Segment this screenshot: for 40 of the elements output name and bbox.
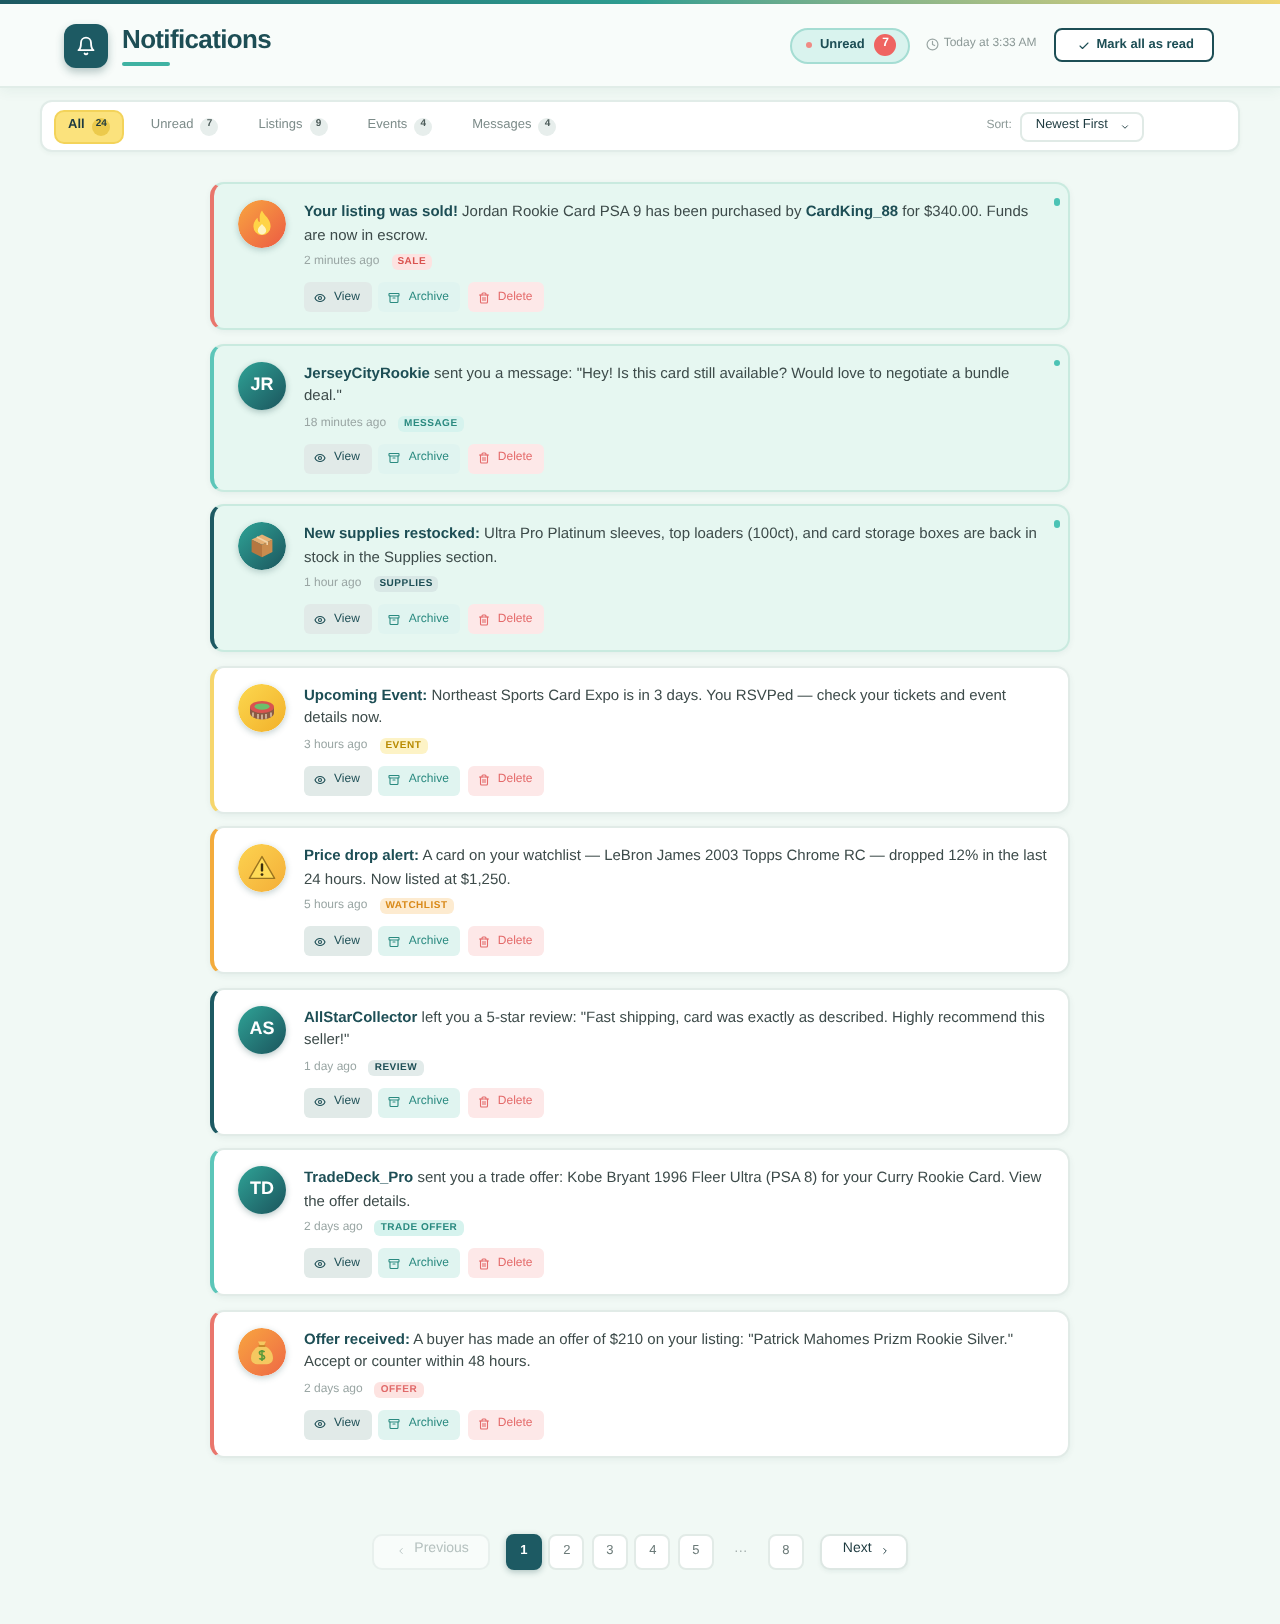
chevron-right-icon <box>879 1546 890 1556</box>
fire-icon <box>238 200 286 248</box>
stadium-icon <box>238 683 286 731</box>
eye-icon <box>314 1096 326 1108</box>
initials-avatar: AS <box>238 1005 286 1053</box>
package-icon <box>238 522 286 570</box>
clock-icon <box>926 38 940 52</box>
archive-box-icon <box>388 774 401 786</box>
trash-icon <box>477 774 490 786</box>
archive-box-icon <box>388 1257 401 1269</box>
check-icon <box>1078 39 1091 51</box>
trash-icon <box>477 1418 490 1430</box>
archive-box-icon <box>388 452 401 464</box>
warning-icon <box>238 844 286 892</box>
chevron-down-icon <box>1120 121 1130 131</box>
trash-icon <box>477 1096 490 1108</box>
title-underline <box>122 62 170 66</box>
archive-box-icon <box>388 935 401 947</box>
initials-avatar: JR <box>238 361 286 409</box>
chevron-left-icon <box>396 1546 407 1556</box>
eye-icon <box>314 774 326 786</box>
trash-icon <box>477 452 490 464</box>
archive-box-icon <box>388 1096 401 1108</box>
eye-icon <box>314 613 326 625</box>
archive-box-icon <box>388 1418 401 1430</box>
page-title: Notifications <box>122 24 271 57</box>
trash-icon <box>477 935 490 947</box>
eye-icon <box>314 1257 326 1269</box>
eye-icon <box>314 452 326 464</box>
trash-icon <box>477 613 490 625</box>
eye-icon <box>314 935 326 947</box>
trash-icon <box>477 291 490 303</box>
initials-avatar: TD <box>238 1166 286 1214</box>
eye-icon <box>314 291 326 303</box>
money-bag-icon <box>238 1327 286 1375</box>
eye-icon <box>314 1418 326 1430</box>
archive-box-icon <box>388 291 401 303</box>
trash-icon <box>477 1257 490 1269</box>
archive-box-icon <box>388 613 401 625</box>
bell-icon <box>64 23 108 67</box>
